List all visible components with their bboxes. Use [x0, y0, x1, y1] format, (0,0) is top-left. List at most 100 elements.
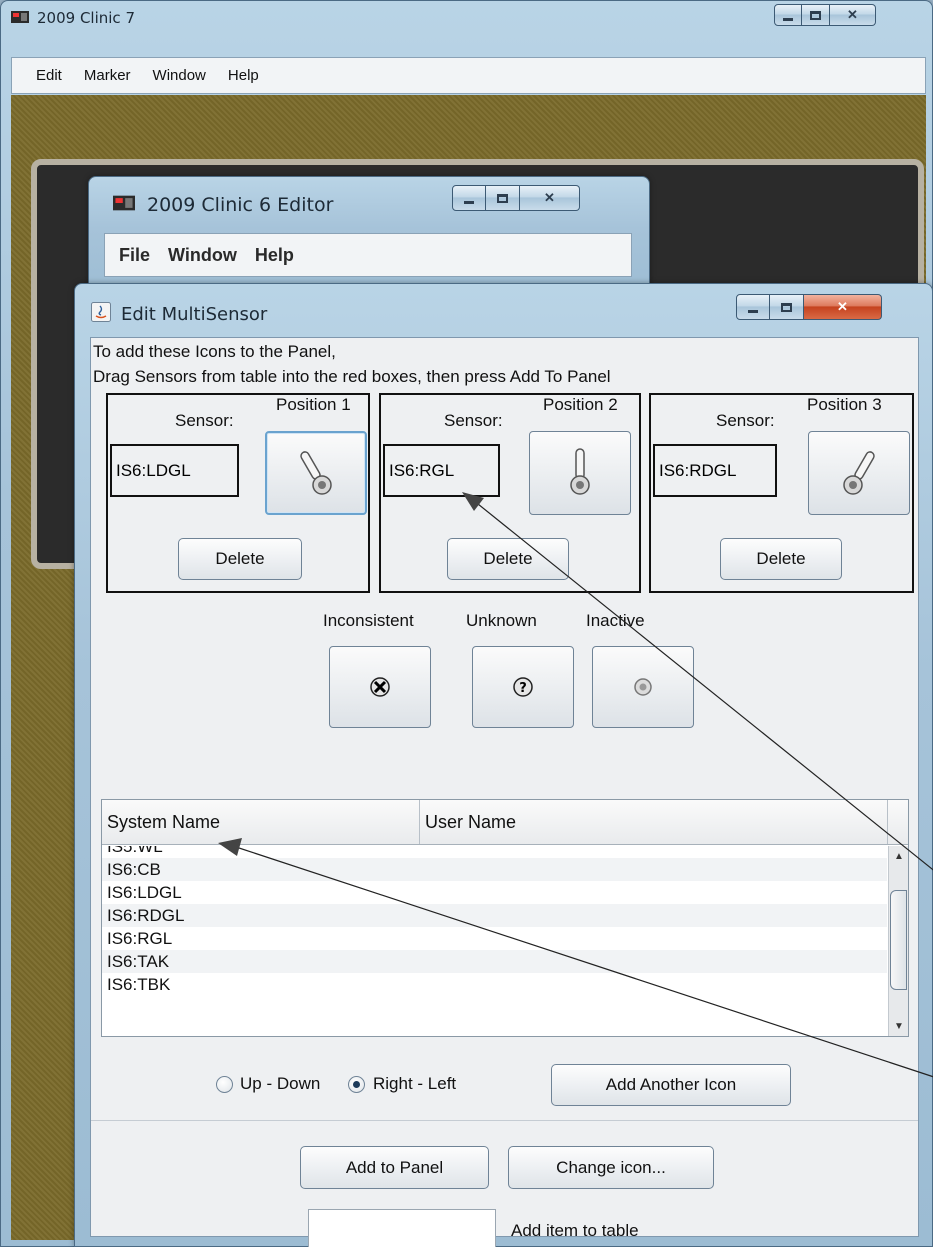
inactive-icon-button[interactable] — [592, 646, 694, 728]
up-down-label[interactable]: Up - Down — [240, 1074, 320, 1094]
instruction-line-1: To add these Icons to the Panel, — [93, 342, 336, 361]
scroll-down-icon[interactable]: ▼ — [889, 1016, 908, 1036]
switch-left-icon — [300, 451, 332, 495]
minimize-icon — [783, 17, 793, 21]
table-row[interactable]: IS5:WL — [102, 846, 887, 858]
main-menubar: Edit Marker Window Help — [11, 57, 926, 94]
menu-window[interactable]: Window — [168, 245, 237, 266]
minimize-button[interactable] — [736, 294, 770, 320]
table-row[interactable]: IS6:RGL — [102, 927, 887, 950]
position-1-icon-button[interactable] — [265, 431, 367, 515]
close-icon: ✕ — [837, 299, 848, 314]
table-row[interactable]: IS6:LDGL — [102, 881, 887, 904]
position-2-label: Position 2 — [543, 395, 618, 414]
inactive-switch-icon — [634, 678, 652, 696]
table-body: IS5:WL IS6:CB IS6:LDGL IS6:RDGL IS6:RGL … — [102, 846, 887, 1036]
table-row[interactable]: IS6:RDGL — [102, 904, 887, 927]
maximize-button[interactable] — [802, 4, 830, 26]
table-row[interactable]: IS6:CB — [102, 858, 887, 881]
close-button[interactable]: ✕ — [520, 185, 580, 211]
position-3-label: Position 3 — [807, 395, 882, 414]
unknown-question-icon: ? — [513, 677, 533, 697]
editor-menubar: File Window Help — [104, 233, 632, 277]
add-item-input[interactable] — [308, 1209, 496, 1247]
inconsistent-icon-button[interactable] — [329, 646, 431, 728]
instruction-line-2: Drag Sensors from table into the red box… — [93, 367, 611, 386]
app-icon — [11, 11, 29, 23]
minimize-button[interactable] — [774, 4, 802, 26]
position-1-label: Position 1 — [276, 395, 351, 414]
menu-help[interactable]: Help — [255, 245, 294, 266]
dialog-content: To add these Icons to the Panel, Drag Se… — [90, 337, 919, 1247]
inconsistent-label: Inconsistent — [323, 611, 414, 630]
maximize-button[interactable] — [770, 294, 804, 320]
close-button[interactable]: ✕ — [830, 4, 876, 26]
editor-window-title: 2009 Clinic 6 Editor — [147, 194, 334, 216]
dialog-title: Edit MultiSensor — [121, 304, 268, 325]
unknown-label: Unknown — [466, 611, 537, 630]
add-to-panel-button[interactable]: Add to Panel — [300, 1146, 489, 1189]
editor-caption-buttons: ✕ — [452, 185, 580, 211]
sensor-2-dropzone[interactable]: IS6:RGL — [383, 444, 500, 497]
switch-right-icon — [843, 451, 875, 495]
minimize-button[interactable] — [452, 185, 486, 211]
inactive-label: Inactive — [586, 611, 645, 630]
right-left-label[interactable]: Right - Left — [373, 1074, 456, 1094]
edit-multisensor-dialog: Edit MultiSensor ✕ To add these Icons to… — [74, 283, 933, 1247]
radio-up-down[interactable] — [216, 1076, 233, 1093]
menu-help[interactable]: Help — [228, 67, 259, 84]
unknown-icon-button[interactable]: ? — [472, 646, 574, 728]
add-another-icon-button[interactable]: Add Another Icon — [551, 1064, 791, 1106]
sensor-label: Sensor: — [175, 411, 234, 430]
menu-window[interactable]: Window — [153, 67, 206, 84]
maximize-icon — [781, 302, 792, 312]
editor-window-titlebar[interactable]: 2009 Clinic 6 Editor ✕ — [89, 177, 649, 223]
main-window-title: 2009 Clinic 7 — [37, 9, 135, 27]
dialog-caption-buttons: ✕ — [736, 294, 882, 320]
position-3-box: Position 3 Sensor: IS6:RDGL Delete — [649, 393, 914, 593]
column-user-name[interactable]: User Name — [420, 800, 888, 844]
separator — [91, 1120, 918, 1121]
app-icon — [113, 195, 135, 211]
table-scrollbar[interactable]: ▲ ▼ — [888, 846, 908, 1036]
position-2-box: Position 2 Sensor: IS6:RGL Delete — [379, 393, 641, 593]
position-3-icon-button[interactable] — [808, 431, 910, 515]
scroll-up-icon[interactable]: ▲ — [889, 846, 908, 866]
position-2-icon-button[interactable] — [529, 431, 631, 515]
position-1-box: Position 1 Sensor: IS6:LDGL Delete — [106, 393, 370, 593]
table-header: System Name User Name — [102, 800, 908, 845]
menu-marker[interactable]: Marker — [84, 67, 131, 84]
dialog-titlebar[interactable]: Edit MultiSensor ✕ — [75, 284, 932, 334]
java-icon — [91, 302, 111, 322]
menu-edit[interactable]: Edit — [36, 67, 62, 84]
switch-center-icon — [570, 448, 590, 495]
menu-file[interactable]: File — [119, 245, 150, 266]
maximize-icon — [810, 10, 821, 20]
main-window-titlebar[interactable]: 2009 Clinic 7 ✕ — [1, 1, 932, 35]
sensor-table: System Name User Name IS5:WL IS6:CB IS6:… — [101, 799, 909, 1037]
delete-position-2-button[interactable]: Delete — [447, 538, 569, 580]
minimize-icon — [464, 200, 474, 204]
sensor-label: Sensor: — [716, 411, 775, 430]
main-window-caption-buttons: ✕ — [774, 4, 876, 26]
delete-position-1-button[interactable]: Delete — [178, 538, 302, 580]
maximize-button[interactable] — [486, 185, 520, 211]
maximize-icon — [497, 193, 508, 203]
table-row[interactable]: IS6:TBK — [102, 973, 887, 996]
delete-position-3-button[interactable]: Delete — [720, 538, 842, 580]
inconsistent-x-icon — [370, 677, 390, 697]
add-item-label: Add item to table — [511, 1221, 639, 1240]
change-icon-button[interactable]: Change icon... — [508, 1146, 714, 1189]
close-button[interactable]: ✕ — [804, 294, 882, 320]
column-system-name[interactable]: System Name — [102, 800, 420, 844]
radio-right-left[interactable] — [348, 1076, 365, 1093]
sensor-3-dropzone[interactable]: IS6:RDGL — [653, 444, 777, 497]
table-row[interactable]: IS6:TAK — [102, 950, 887, 973]
sensor-1-dropzone[interactable]: IS6:LDGL — [110, 444, 239, 497]
close-icon: ✕ — [544, 190, 555, 205]
close-icon: ✕ — [847, 7, 858, 22]
svg-text:?: ? — [519, 681, 527, 696]
scroll-thumb[interactable] — [890, 890, 907, 990]
minimize-icon — [748, 309, 758, 313]
sensor-label: Sensor: — [444, 411, 503, 430]
